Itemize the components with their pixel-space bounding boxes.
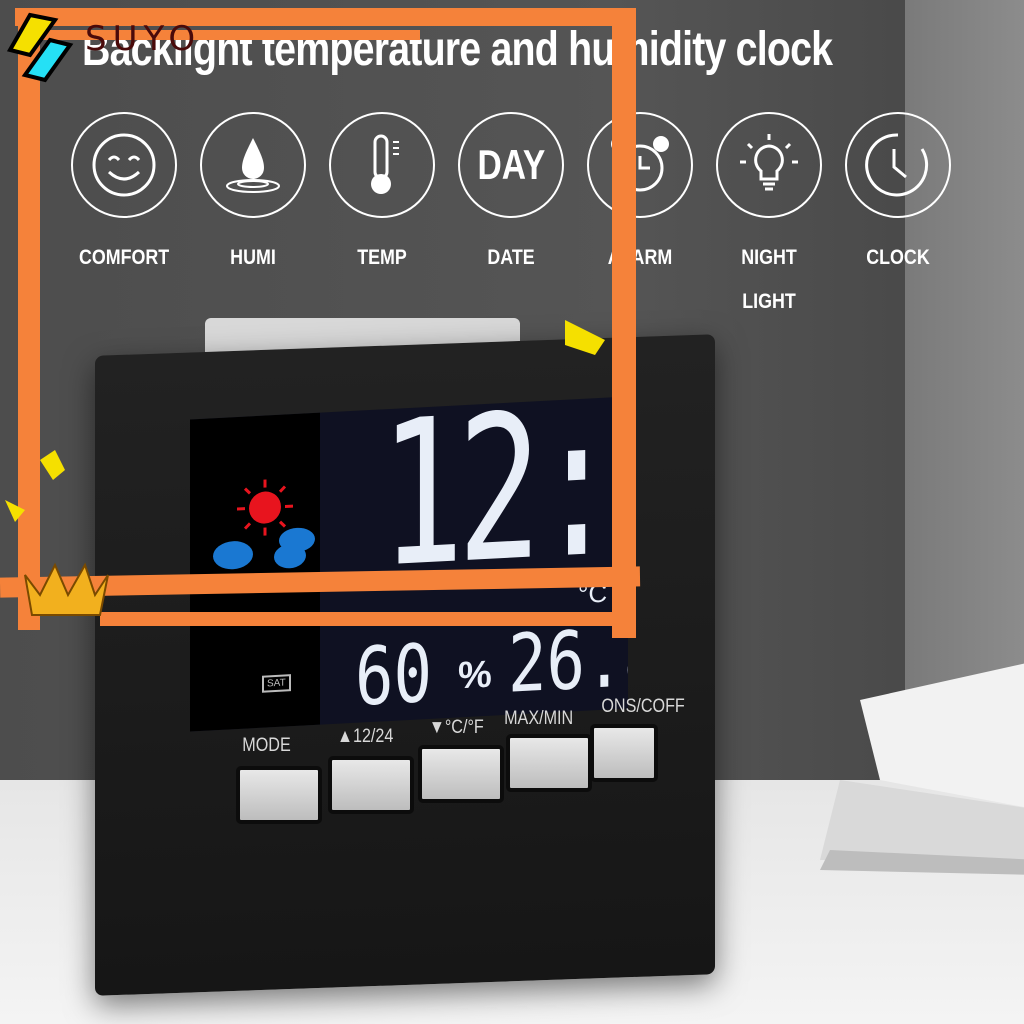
humidity-unit: % — [458, 653, 492, 698]
light-bulb-icon — [716, 112, 822, 218]
mode-button[interactable] — [236, 766, 322, 824]
ons-coff-label: ONS/COFF — [601, 696, 685, 717]
feature-label-line: LIGHT — [742, 290, 796, 313]
c-f-button[interactable] — [418, 745, 504, 803]
max-min-label: MAX/MIN — [504, 708, 574, 729]
smiley-icon — [71, 112, 177, 218]
feature-temp: TEMP — [329, 112, 435, 280]
feature-label: ALARM — [607, 246, 673, 269]
feature-alarm: ALARM — [587, 112, 693, 280]
water-drop-icon — [200, 112, 306, 218]
feature-label: NIGHT LIGHT — [724, 236, 814, 324]
lcd-screen: 12:12 SAT 60 % 26.8 °C — [190, 396, 628, 732]
c-f-label: ▼°C/°F — [428, 717, 484, 738]
feature-label: COMFORT — [78, 246, 170, 269]
humidity-value: 60 — [355, 626, 433, 724]
headline: Backlight temperature and humidity clock — [82, 23, 833, 76]
day-icon-text: DAY — [477, 141, 545, 188]
12-24-label: ▲12/24 — [336, 726, 394, 747]
thermometer-icon — [329, 112, 435, 218]
mode-label: MODE — [242, 735, 291, 756]
feature-comfort: COMFORT — [71, 112, 177, 280]
max-min-button[interactable] — [506, 734, 592, 792]
day-indicator: SAT — [262, 674, 291, 693]
feature-humi: HUMI — [200, 112, 306, 280]
feature-label: TEMP — [357, 246, 407, 269]
feature-date: DAY DATE — [458, 112, 564, 280]
feature-night-light: NIGHT LIGHT — [716, 112, 822, 324]
day-icon: DAY — [458, 112, 564, 218]
feature-label-line: NIGHT — [741, 246, 797, 269]
sun-and-clouds-icon — [213, 479, 315, 570]
12-24-button[interactable] — [328, 756, 414, 814]
feature-label: CLOCK — [866, 246, 930, 269]
open-book — [820, 663, 1024, 875]
feature-label: HUMI — [230, 246, 276, 269]
alarm-clock-icon — [587, 112, 693, 218]
feature-clock: CLOCK — [845, 112, 951, 280]
clock-icon — [845, 112, 951, 218]
feature-label: DATE — [487, 246, 535, 269]
temperature-unit: °C — [578, 577, 608, 610]
ons-coff-button[interactable] — [590, 724, 658, 782]
